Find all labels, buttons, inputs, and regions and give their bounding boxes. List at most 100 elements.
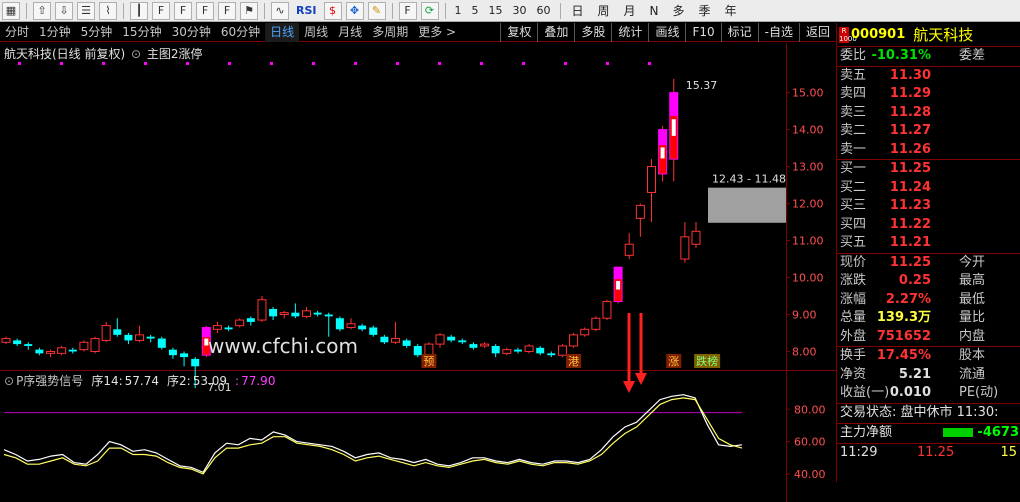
indicator-header: ⊙ P序强势信号 序14: 57.74 序2: 53.09:77.90 (4, 372, 275, 389)
row-label: 买三 (840, 198, 867, 213)
candle (24, 342, 33, 350)
rank-badge: R 1000 (839, 26, 857, 43)
kline-chart[interactable]: 15.00 14.00 13.00 12.00 11.00 10.00 9.00 8.00 12… (0, 43, 836, 502)
period-button-30[interactable]: 30 (513, 4, 527, 17)
period-tab[interactable]: 更多 > (413, 23, 461, 42)
pencil-icon[interactable]: ✎ (367, 1, 386, 20)
period-tab[interactable]: 15分钟 (117, 23, 166, 42)
line-chart-icon[interactable]: ⌇ (99, 1, 117, 20)
candle (346, 318, 356, 330)
period-button-5[interactable]: 5 (472, 4, 479, 17)
range-button[interactable]: 日 (572, 2, 584, 19)
f5-icon[interactable]: F (398, 1, 417, 20)
bid-row[interactable]: 买二 11.24 (837, 179, 1020, 197)
range-button[interactable]: 年 (725, 2, 737, 19)
function-button[interactable]: -自选 (757, 23, 799, 42)
ask-row[interactable]: 卖四 11.29 (837, 85, 1020, 103)
wei-bi-row[interactable]: 委比 -10.31% 委差 (837, 47, 1020, 65)
ask-row[interactable]: 卖二 11.27 (837, 122, 1020, 140)
function-button[interactable]: 复权 (500, 23, 537, 42)
stat-row[interactable]: 收益(一) 0.010 PE(动) (837, 384, 1020, 402)
rsi-button[interactable]: RSI (296, 4, 317, 17)
period-tab[interactable]: 分时 (0, 23, 34, 42)
period-tab[interactable]: 日线 (265, 22, 300, 42)
row-label-2: 股本 (959, 348, 986, 363)
indicator-settings-icon[interactable]: ⊙ (4, 374, 14, 388)
f10-icon[interactable]: F (152, 1, 170, 20)
fc-icon[interactable]: F (218, 1, 236, 20)
sparkline-icon[interactable]: ∿ (271, 1, 289, 20)
range-button[interactable]: 多 (673, 2, 685, 19)
fa-icon[interactable]: F (174, 1, 192, 20)
price-tick-label: 12.00 (792, 198, 824, 211)
function-button[interactable]: 统计 (611, 23, 648, 42)
main-flow-row[interactable]: 主力净额 -4673 (837, 424, 1020, 442)
signal-dot (18, 62, 21, 65)
function-button[interactable]: 叠加 (537, 23, 574, 42)
candle (458, 338, 467, 345)
period-tab[interactable]: 60分钟 (216, 23, 265, 42)
fz-icon[interactable]: F (196, 1, 214, 20)
period-tab[interactable]: 多周期 (367, 23, 413, 42)
function-button[interactable]: 返回 (798, 23, 836, 42)
function-button[interactable]: 多股 (574, 23, 611, 42)
grid-icon[interactable]: ▦ (2, 1, 20, 20)
range-button[interactable]: 周 (598, 2, 610, 19)
function-button[interactable]: 标记 (720, 23, 758, 42)
candle (613, 266, 623, 304)
dollar-icon[interactable]: $ (323, 1, 342, 20)
row-value: 11.22 (889, 216, 931, 232)
bid-row[interactable]: 买五 11.21 (837, 234, 1020, 252)
event-marker[interactable]: 港 (568, 355, 579, 368)
bid-row[interactable]: 买四 11.22 (837, 216, 1020, 234)
toolbar-period-group: 1 5 15 30 60 (450, 4, 556, 17)
refresh-icon[interactable]: ⟳ (420, 1, 439, 20)
candle (491, 344, 500, 358)
function-button[interactable]: F10 (685, 23, 720, 42)
bid-row[interactable]: 买三 11.23 (837, 197, 1020, 215)
ask-row[interactable]: 卖一 11.26 (837, 141, 1020, 159)
candle (79, 340, 89, 352)
period-button-1[interactable]: 1 (455, 4, 462, 17)
list-icon[interactable]: ☰ (77, 1, 95, 20)
candle (669, 78, 679, 182)
move-icon[interactable]: ✥ (345, 1, 364, 20)
range-button[interactable]: 月 (624, 2, 636, 19)
bid-row[interactable]: 买一 11.25 (837, 160, 1020, 178)
range-button[interactable]: 季 (699, 2, 711, 19)
period-tab[interactable]: 1分钟 (34, 23, 76, 42)
row-value: 5.21 (898, 366, 931, 382)
stat-row[interactable]: 外盘 751652 内盘 (837, 328, 1020, 346)
period-tab[interactable]: 30分钟 (167, 23, 216, 42)
signal-dot (480, 62, 483, 65)
flag-icon[interactable]: ⚑ (240, 1, 258, 20)
candle (680, 222, 690, 263)
candle (301, 307, 311, 319)
stat-row[interactable]: 总量 139.3万 量比 (837, 309, 1020, 327)
function-button[interactable]: 画线 (648, 23, 685, 42)
candle (502, 347, 512, 356)
period-tab[interactable]: 月线 (333, 23, 367, 42)
stat-row[interactable]: 涨跌 0.25 最高 (837, 272, 1020, 290)
candle-icon[interactable]: ┃ (130, 1, 148, 20)
candle (1, 336, 11, 345)
stat-row[interactable]: 涨幅 2.27% 最低 (837, 291, 1020, 309)
event-marker[interactable]: 预 (423, 355, 434, 368)
range-button[interactable]: N (650, 4, 659, 18)
event-marker[interactable]: 跌榜 (696, 354, 718, 368)
period-button-60[interactable]: 60 (537, 4, 551, 17)
event-marker[interactable]: 涨 (668, 355, 679, 368)
stat-row[interactable]: 换手 17.45% 股本 (837, 347, 1020, 365)
period-tab[interactable]: 5分钟 (76, 23, 118, 42)
ask-row[interactable]: 卖三 11.28 (837, 104, 1020, 122)
arrow-up-icon[interactable]: ⇧ (33, 1, 51, 20)
period-button-15[interactable]: 15 (489, 4, 503, 17)
row-label: 买一 (840, 161, 867, 176)
arrow-down-icon[interactable]: ⇩ (55, 1, 73, 20)
stat-row[interactable]: 现价 11.25 今开 (837, 254, 1020, 272)
ask-row[interactable]: 卖五 11.30 (837, 67, 1020, 85)
candle (358, 323, 367, 332)
price-tick-label: 14.00 (792, 124, 824, 137)
period-tab[interactable]: 周线 (299, 23, 333, 42)
stat-row[interactable]: 净资 5.21 流通 (837, 366, 1020, 384)
